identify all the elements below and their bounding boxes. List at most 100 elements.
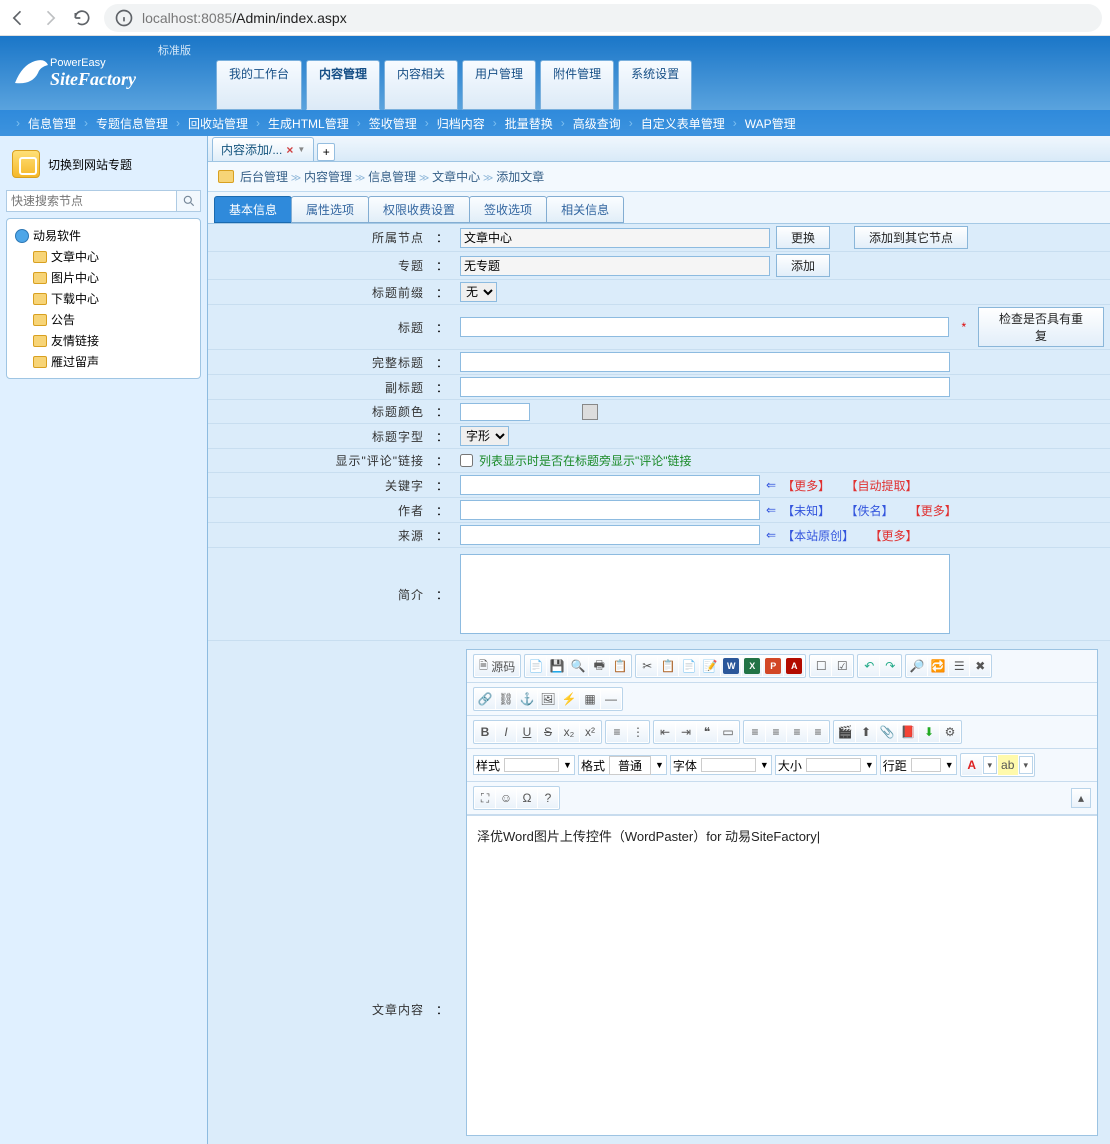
keywords-more-link[interactable]: 【更多】 — [782, 477, 830, 494]
breadcrumb-item[interactable]: 信息管理 — [368, 170, 416, 184]
forward-icon[interactable] — [40, 8, 60, 28]
author-input[interactable] — [460, 500, 760, 520]
tree-item-1[interactable]: 图片中心 — [11, 267, 196, 288]
search-icon[interactable] — [177, 190, 201, 212]
new-tab-button[interactable]: + — [317, 143, 335, 161]
replace-button[interactable]: 更换 — [776, 226, 830, 249]
lineheight-select[interactable]: 行距▼ — [880, 755, 957, 775]
tree-root[interactable]: 动易软件 — [11, 225, 196, 246]
nav-tab-5[interactable]: 系统设置 — [618, 60, 692, 110]
paste-word-icon[interactable]: W — [721, 656, 741, 676]
subnav-9[interactable]: WAP管理 — [741, 115, 800, 132]
topic-input[interactable] — [460, 256, 770, 276]
add-topic-button[interactable]: 添加 — [776, 254, 830, 277]
find-icon[interactable]: 🔎 — [907, 656, 927, 676]
content-tab-3[interactable]: 签收选项 — [469, 196, 547, 223]
subnav-5[interactable]: 归档内容 — [433, 115, 489, 132]
fulltitle-input[interactable] — [460, 352, 950, 372]
source-button[interactable]: 🗎 源码 — [475, 656, 519, 676]
media-icon[interactable]: 🎬 — [835, 722, 855, 742]
switch-label[interactable]: 切换到网站专题 — [48, 156, 132, 173]
cut-icon[interactable]: ✂ — [637, 656, 657, 676]
nav-tab-1[interactable]: 内容管理 — [306, 60, 380, 110]
author-unknown-link[interactable]: 【未知】 — [782, 502, 830, 519]
align-right-icon[interactable]: ≡ — [787, 722, 807, 742]
selectall-icon[interactable]: ☰ — [949, 656, 969, 676]
upload-icon[interactable]: ⬆ — [856, 722, 876, 742]
switch-icon[interactable] — [12, 150, 40, 178]
underline-icon[interactable]: U — [517, 722, 537, 742]
node-input[interactable] — [460, 228, 770, 248]
tree-item-4[interactable]: 友情链接 — [11, 330, 196, 351]
blockquote-icon[interactable]: ❝ — [697, 722, 717, 742]
collapse-icon[interactable]: ▴ — [1071, 788, 1091, 808]
download-icon[interactable]: ⬇ — [919, 722, 939, 742]
prefix-select[interactable]: 无 — [460, 282, 497, 302]
nav-tab-0[interactable]: 我的工作台 — [216, 60, 302, 110]
author-more-link[interactable]: 【更多】 — [909, 502, 957, 519]
tree-item-5[interactable]: 雁过留声 — [11, 351, 196, 372]
subnav-4[interactable]: 签收管理 — [365, 115, 421, 132]
bulletlist-icon[interactable]: ⋮ — [628, 722, 648, 742]
redo-icon[interactable]: ↷ — [880, 656, 900, 676]
search-input[interactable] — [6, 190, 177, 212]
replace-icon[interactable]: 🔁 — [928, 656, 948, 676]
add-other-node-button[interactable]: 添加到其它节点 — [854, 226, 968, 249]
subnav-1[interactable]: 专题信息管理 — [92, 115, 172, 132]
checkbox-icon[interactable]: ☑ — [832, 656, 852, 676]
maximize-icon[interactable]: ⛶ — [475, 788, 495, 808]
code-icon[interactable]: ⚙ — [940, 722, 960, 742]
tree-item-2[interactable]: 下载中心 — [11, 288, 196, 309]
subnav-3[interactable]: 生成HTML管理 — [264, 115, 353, 132]
subscript-icon[interactable]: x₂ — [559, 722, 579, 742]
intro-textarea[interactable] — [460, 554, 950, 634]
style-select[interactable]: 样式▼ — [473, 755, 575, 775]
author-anon-link[interactable]: 【佚名】 — [845, 502, 893, 519]
font-select[interactable]: 字体▼ — [670, 755, 772, 775]
div-icon[interactable]: ▭ — [718, 722, 738, 742]
flash-icon[interactable]: ⚡ — [559, 689, 579, 709]
template-icon[interactable]: 📋 — [610, 656, 630, 676]
paste-ppt-icon[interactable]: P — [763, 656, 783, 676]
subnav-2[interactable]: 回收站管理 — [184, 115, 252, 132]
strike-icon[interactable]: S — [538, 722, 558, 742]
align-left-icon[interactable]: ≡ — [745, 722, 765, 742]
paste-icon[interactable]: 📄 — [679, 656, 699, 676]
check-duplicate-button[interactable]: 检查是否具有重复 — [978, 307, 1104, 347]
italic-icon[interactable]: I — [496, 722, 516, 742]
close-icon[interactable]: × — [286, 143, 293, 157]
content-tab-2[interactable]: 权限收费设置 — [368, 196, 470, 223]
color-picker-icon[interactable] — [582, 404, 598, 420]
save-icon[interactable]: 💾 — [547, 656, 567, 676]
editor-body[interactable]: 泽优Word图片上传控件（WordPaster）for 动易SiteFactor… — [467, 815, 1097, 1135]
source-orig-link[interactable]: 【本站原创】 — [782, 527, 854, 544]
unlink-icon[interactable]: ⛓ — [496, 689, 516, 709]
copy-icon[interactable]: 📋 — [658, 656, 678, 676]
subnav-6[interactable]: 批量替换 — [501, 115, 557, 132]
superscript-icon[interactable]: x² — [580, 722, 600, 742]
align-center-icon[interactable]: ≡ — [766, 722, 786, 742]
format-select[interactable]: 格式普通▼ — [578, 755, 667, 775]
subnav-0[interactable]: 信息管理 — [24, 115, 80, 132]
removeformat-icon[interactable]: ✖ — [970, 656, 990, 676]
undo-icon[interactable]: ↶ — [859, 656, 879, 676]
numberlist-icon[interactable]: ≡ — [607, 722, 627, 742]
subnav-8[interactable]: 自定义表单管理 — [637, 115, 729, 132]
url-bar[interactable]: localhost:8085/Admin/index.aspx — [104, 4, 1102, 32]
breadcrumb-item[interactable]: 后台管理 — [240, 170, 288, 184]
titlefont-select[interactable]: 字形 — [460, 426, 509, 446]
print-icon[interactable]: 🖶 — [589, 656, 609, 676]
breadcrumb-item[interactable]: 文章中心 — [432, 170, 480, 184]
about-icon[interactable]: ? — [538, 788, 558, 808]
nav-tab-2[interactable]: 内容相关 — [384, 60, 458, 110]
attach-icon[interactable]: 📎 — [877, 722, 897, 742]
content-tab-4[interactable]: 相关信息 — [546, 196, 624, 223]
outdent-icon[interactable]: ⇤ — [655, 722, 675, 742]
document-tab[interactable]: 内容添加/... × ▼ — [212, 137, 314, 161]
align-justify-icon[interactable]: ≡ — [808, 722, 828, 742]
anchor-icon[interactable]: ⚓ — [517, 689, 537, 709]
paste-pdf-icon[interactable]: A — [784, 656, 804, 676]
form-icon[interactable]: ☐ — [811, 656, 831, 676]
paste-excel-icon[interactable]: X — [742, 656, 762, 676]
keywords-auto-link[interactable]: 【自动提取】 — [845, 477, 917, 494]
